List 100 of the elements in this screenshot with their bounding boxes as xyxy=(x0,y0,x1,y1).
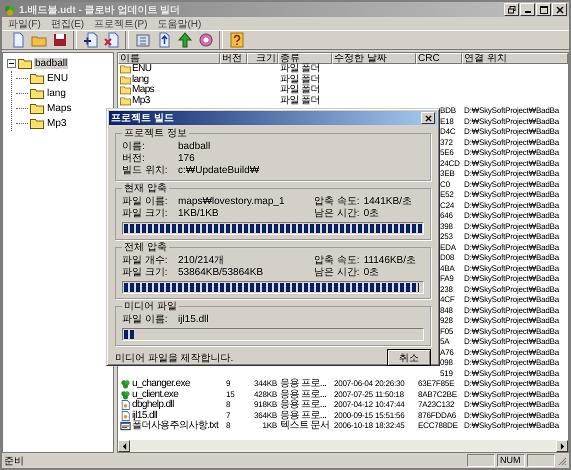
table-cell: 파일 폴더 xyxy=(280,85,320,96)
up-arrow-icon[interactable] xyxy=(175,31,194,49)
menu-item[interactable]: 도움말(H) xyxy=(157,16,202,30)
table-cell: D:₩SkySoftProject₩BadBa xyxy=(464,138,559,148)
scroll-right-button[interactable] xyxy=(556,440,568,452)
table-cell: 428KB xyxy=(254,390,277,400)
close-button[interactable] xyxy=(421,112,435,124)
minimize-icon xyxy=(524,11,530,13)
table-cell: D:₩SkySoftProject₩BadBa xyxy=(464,264,559,274)
table-cell: A76 xyxy=(440,348,454,358)
table-cell: BDB xyxy=(440,106,456,116)
field-label: 버전: xyxy=(122,152,146,165)
table-cell: D:₩SkySoftProject₩BadBa xyxy=(464,211,559,222)
table-cell: C24 xyxy=(440,200,454,211)
field-label: 파일 크기: xyxy=(122,207,169,220)
field-label: 이름: xyxy=(122,140,146,153)
table-cell: 24CD xyxy=(440,158,460,169)
field-value: 176 xyxy=(178,152,195,164)
tree-item[interactable]: badball xyxy=(34,58,68,69)
table-cell: 848 xyxy=(440,306,453,316)
close-button[interactable] xyxy=(552,3,567,16)
menu-item[interactable]: 프로젝트(P) xyxy=(94,16,148,30)
tree-item[interactable]: Mp3 xyxy=(46,118,68,129)
restore-button[interactable] xyxy=(504,3,519,16)
table-cell: D:₩SkySoftProject₩BadBa xyxy=(464,242,559,253)
table-cell: D:₩SkySoftProject₩BadBa xyxy=(464,348,559,358)
resize-grip-icon[interactable] xyxy=(557,456,567,466)
file-name[interactable]: dbghelp.dll xyxy=(132,400,174,410)
minimize-button[interactable] xyxy=(520,3,535,16)
table-cell: 2006-10-18 18:32:45 xyxy=(334,421,404,432)
folder-icon xyxy=(120,96,131,106)
table-cell: 7 xyxy=(226,410,230,421)
table-cell: 253 xyxy=(440,232,453,242)
scroll-left-button[interactable] xyxy=(118,440,130,452)
file-name[interactable]: u_changer.exe xyxy=(132,379,190,390)
table-cell: D08 xyxy=(440,253,454,264)
table-cell: 15 xyxy=(226,390,234,400)
table-cell: 4CF xyxy=(440,295,455,306)
table-cell: D:₩SkySoftProject₩BadBa xyxy=(464,180,559,190)
field-label: 파일 이름: xyxy=(122,195,169,208)
file-name[interactable]: 폴더사용주의사항.txt xyxy=(132,421,218,432)
dialog-title: 프로젝트 빌드 xyxy=(111,112,174,125)
cancel-button[interactable]: 취소 xyxy=(387,349,431,366)
table-cell: D:₩SkySoftProject₩BadBa xyxy=(464,421,559,432)
field-value: ijl15.dll xyxy=(178,314,209,324)
clover-icon xyxy=(120,390,131,400)
table-cell: D:₩SkySoftProject₩BadBa xyxy=(464,400,559,410)
folder-icon xyxy=(30,88,44,99)
table-cell: FA9 xyxy=(440,274,454,284)
file-name[interactable]: u_client.exe xyxy=(132,390,178,400)
app-icon xyxy=(4,4,16,16)
file-name[interactable]: lang xyxy=(132,74,149,85)
tree-item[interactable]: lang xyxy=(46,88,67,99)
table-cell: E52 xyxy=(440,190,454,200)
remove-file-icon[interactable] xyxy=(102,31,121,49)
table-cell: 파일 폴더 xyxy=(280,96,320,106)
field-label: 압축 속도: xyxy=(314,254,360,267)
table-cell-text: 파일 폴더 xyxy=(280,74,320,84)
file-name[interactable]: ENU xyxy=(132,64,152,74)
table-cell: E18 xyxy=(440,116,454,127)
table-cell: D:₩SkySoftProject₩BadBa xyxy=(464,295,559,306)
status-text: 준비 xyxy=(4,454,25,468)
table-cell: D:₩SkySoftProject₩BadBa xyxy=(464,306,559,316)
horizontal-scrollbar[interactable] xyxy=(118,440,568,452)
add-file-icon[interactable] xyxy=(81,31,100,49)
table-cell: 2007-06-04 20:26:30 xyxy=(334,379,404,390)
table-cell: D:₩SkySoftProject₩BadBa xyxy=(464,326,559,337)
table-cell: D:₩SkySoftProject₩BadBa xyxy=(464,106,559,116)
column-header[interactable]: CRC xyxy=(416,53,462,64)
table-cell: 398 xyxy=(440,222,453,232)
file-name[interactable]: Maps xyxy=(132,85,154,96)
table-cell: 364KB xyxy=(254,410,277,421)
close-icon xyxy=(556,6,564,14)
group-title: 현재 압축 xyxy=(123,182,168,195)
menu-item[interactable]: 편집(E) xyxy=(50,16,84,30)
table-cell-text: 응용 프로... xyxy=(280,390,326,400)
table-cell: 238 xyxy=(440,284,453,295)
menu-item[interactable]: 파일(F) xyxy=(8,16,41,30)
table-cell: 파일 폴더 xyxy=(280,64,320,74)
tree-item[interactable]: ENU xyxy=(46,73,70,84)
close-icon xyxy=(424,114,432,122)
table-cell: D:₩SkySoftProject₩BadBa xyxy=(464,337,559,348)
collapse-toggle[interactable] xyxy=(7,59,16,68)
table-cell: 098 xyxy=(440,358,453,368)
table-cell: D:₩SkySoftProject₩BadBa xyxy=(464,358,559,368)
field-value: c:₩UpdateBuild₩ xyxy=(178,164,260,176)
file-name[interactable]: ijl15.dll xyxy=(132,410,158,421)
group-title: 전체 압축 xyxy=(123,241,168,254)
column-header[interactable]: 종류 xyxy=(278,53,332,64)
table-cell: 9 xyxy=(226,379,230,390)
maximize-button[interactable] xyxy=(536,3,551,16)
field-label: 빌드 위치: xyxy=(122,164,169,177)
table-cell: 7A23C132 xyxy=(418,400,454,410)
group-title: 프로젝트 정보 xyxy=(123,127,188,140)
field-value: maps₩lovestory.map_1 xyxy=(178,196,285,206)
group-title: 미디어 파일 xyxy=(123,300,178,313)
field-label: 압축 속도: xyxy=(314,195,360,208)
table-cell: 8 xyxy=(226,421,230,432)
file-name[interactable]: Mp3 xyxy=(132,96,150,106)
tree-item[interactable]: Maps xyxy=(46,103,72,114)
